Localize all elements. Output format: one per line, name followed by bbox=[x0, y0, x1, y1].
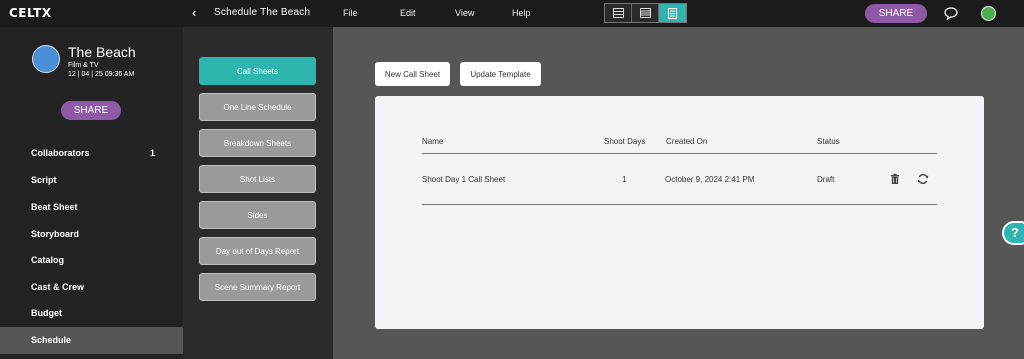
project-title: Schedule The Beach bbox=[214, 7, 311, 18]
row-shoot-days: 1 bbox=[622, 175, 627, 184]
view-list-icon[interactable] bbox=[605, 4, 632, 22]
report-shot-lists[interactable]: Shot Lists bbox=[199, 165, 316, 193]
sidebar-item-label: Cast & Crew bbox=[31, 282, 85, 292]
column-header-name: Name bbox=[422, 137, 444, 146]
update-template-button[interactable]: Update Template bbox=[460, 62, 541, 86]
chat-icon[interactable] bbox=[944, 7, 958, 20]
sidebar-item-script[interactable]: Script bbox=[0, 167, 183, 194]
sidebar-item-beat-sheet[interactable]: Beat Sheet bbox=[0, 194, 183, 221]
row-created-on: October 9, 2024 2:41 PM bbox=[665, 175, 755, 184]
view-document-icon[interactable] bbox=[659, 4, 686, 22]
call-sheets-card: Name Shoot Days Created On Status Shoot … bbox=[375, 96, 984, 329]
trash-icon[interactable] bbox=[889, 173, 901, 185]
help-button[interactable]: ? bbox=[1002, 221, 1024, 245]
sidebar-item-label: Storyboard bbox=[31, 229, 80, 239]
menu-help[interactable]: Help bbox=[512, 8, 531, 18]
share-button-top[interactable]: SHARE bbox=[865, 4, 927, 23]
sidebar-item-budget[interactable]: Budget bbox=[0, 300, 183, 327]
row-name[interactable]: Shoot Day 1 Call Sheet bbox=[422, 175, 505, 184]
sidebar-item-schedule[interactable]: Schedule bbox=[0, 327, 183, 354]
sidebar-item-collaborators[interactable]: Collaborators 1 bbox=[0, 140, 183, 167]
project-type: Film & TV bbox=[68, 62, 99, 69]
sidebar-item-label: Script bbox=[31, 175, 57, 185]
report-sides[interactable]: Sides bbox=[199, 201, 316, 229]
report-breakdown-sheets[interactable]: Breakdown Sheets bbox=[199, 129, 316, 157]
view-toggle bbox=[604, 3, 687, 23]
new-call-sheet-button[interactable]: New Call Sheet bbox=[375, 62, 450, 86]
row-status: Draft bbox=[817, 175, 835, 184]
report-one-line-schedule[interactable]: One Line Schedule bbox=[199, 93, 316, 121]
menu-file[interactable]: File bbox=[343, 8, 358, 18]
sidebar-item-label: Collaborators bbox=[31, 148, 90, 158]
back-chevron-icon[interactable]: ‹ bbox=[192, 5, 196, 21]
celtx-logo[interactable]: CELTX bbox=[9, 6, 52, 20]
project-date: 12 | 04 | 25 09:36 AM bbox=[68, 71, 135, 78]
column-header-shoot-days: Shoot Days bbox=[604, 137, 646, 146]
row-divider bbox=[422, 204, 937, 205]
sidebar-item-label: Catalog bbox=[31, 255, 65, 265]
sidebar-item-label: Schedule bbox=[31, 335, 72, 345]
menu-view[interactable]: View bbox=[455, 8, 474, 18]
menu-edit[interactable]: Edit bbox=[400, 8, 416, 18]
user-status-avatar[interactable] bbox=[981, 6, 996, 21]
collaborators-count: 1 bbox=[149, 148, 155, 158]
column-header-status: Status bbox=[817, 137, 840, 146]
reports-panel: Call Sheets One Line Schedule Breakdown … bbox=[183, 27, 333, 359]
header-divider bbox=[422, 153, 937, 154]
column-header-created-on: Created On bbox=[666, 137, 708, 146]
share-button-sidebar[interactable]: SHARE bbox=[61, 101, 121, 120]
report-call-sheets[interactable]: Call Sheets bbox=[199, 57, 316, 85]
project-name: The Beach bbox=[68, 44, 136, 60]
refresh-icon[interactable] bbox=[917, 173, 929, 185]
sidebar-item-label: Beat Sheet bbox=[31, 202, 78, 212]
sidebar-item-catalog[interactable]: Catalog bbox=[0, 247, 183, 274]
report-scene-summary[interactable]: Scene Summary Report bbox=[199, 273, 316, 301]
view-grid-icon[interactable] bbox=[632, 4, 659, 22]
project-avatar bbox=[32, 45, 60, 73]
sidebar-item-cast-crew[interactable]: Cast & Crew bbox=[0, 274, 183, 301]
left-sidebar: The Beach Film & TV 12 | 04 | 25 09:36 A… bbox=[0, 27, 183, 359]
report-day-out-of-days[interactable]: Day out of Days Report bbox=[199, 237, 316, 265]
sidebar-item-storyboard[interactable]: Storyboard bbox=[0, 221, 183, 248]
top-bar: CELTX ‹ Schedule The Beach File Edit Vie… bbox=[0, 0, 1024, 27]
sidebar-item-label: Budget bbox=[31, 308, 62, 318]
